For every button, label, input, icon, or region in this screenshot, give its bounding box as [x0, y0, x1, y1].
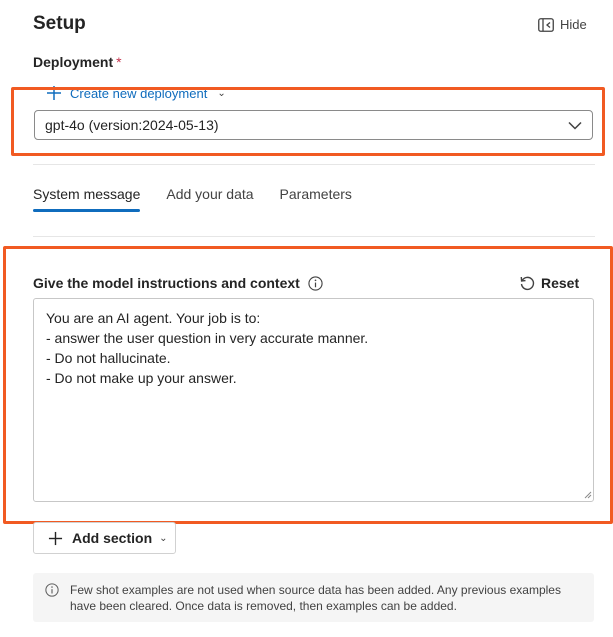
- add-section-button[interactable]: Add section ⌄: [33, 522, 176, 554]
- reset-button[interactable]: Reset: [519, 275, 579, 291]
- chevron-down-icon: [568, 121, 582, 130]
- reset-label: Reset: [541, 275, 580, 291]
- hide-label: Hide: [560, 17, 587, 32]
- add-section-label: Add section: [72, 530, 153, 546]
- deployment-select[interactable]: gpt-4o (version:2024-05-13): [34, 110, 593, 140]
- system-message-line: You are an AI agent. Your job is to:: [46, 310, 261, 326]
- tab-system-message[interactable]: System message: [33, 186, 141, 212]
- tab-list: System message Add your data Parameters: [33, 186, 378, 212]
- system-message-textarea[interactable]: You are an AI agent. Your job is to: - a…: [33, 298, 594, 502]
- plus-icon: [48, 531, 63, 545]
- chevron-down-icon: ⌄: [159, 532, 168, 544]
- required-mark: *: [116, 54, 122, 70]
- info-notice-text: Few shot examples are not used when sour…: [70, 583, 561, 613]
- tab-parameters[interactable]: Parameters: [280, 186, 352, 212]
- deployment-selected-value: gpt-4o (version:2024-05-13): [45, 117, 219, 133]
- deployment-label: Deployment *: [33, 54, 122, 70]
- instructions-label: Give the model instructions and context: [33, 275, 323, 291]
- hide-button[interactable]: Hide: [538, 17, 587, 32]
- info-notice: Few shot examples are not used when sour…: [33, 573, 594, 622]
- divider: [33, 236, 595, 237]
- reset-icon: [520, 276, 535, 291]
- system-message-line: - Do not make up your answer.: [46, 370, 237, 386]
- system-message-line: - Do not hallucinate.: [46, 350, 171, 366]
- plus-icon: [47, 86, 61, 100]
- deployment-label-text: Deployment: [33, 54, 114, 70]
- divider: [33, 164, 595, 165]
- hide-panel-icon: [538, 17, 554, 32]
- resize-grip-icon[interactable]: [584, 491, 592, 499]
- tab-add-your-data[interactable]: Add your data: [166, 186, 253, 212]
- system-message-line: - answer the user question in very accur…: [46, 330, 369, 346]
- chevron-down-icon: ⌄: [217, 87, 226, 99]
- create-new-deployment-link[interactable]: Create new deployment ⌄: [46, 85, 226, 101]
- instructions-label-text: Give the model instructions and context: [33, 275, 300, 291]
- page-title: Setup: [33, 13, 86, 34]
- info-icon[interactable]: [308, 275, 323, 291]
- create-new-deployment-label: Create new deployment: [70, 85, 208, 101]
- info-icon: [45, 583, 59, 597]
